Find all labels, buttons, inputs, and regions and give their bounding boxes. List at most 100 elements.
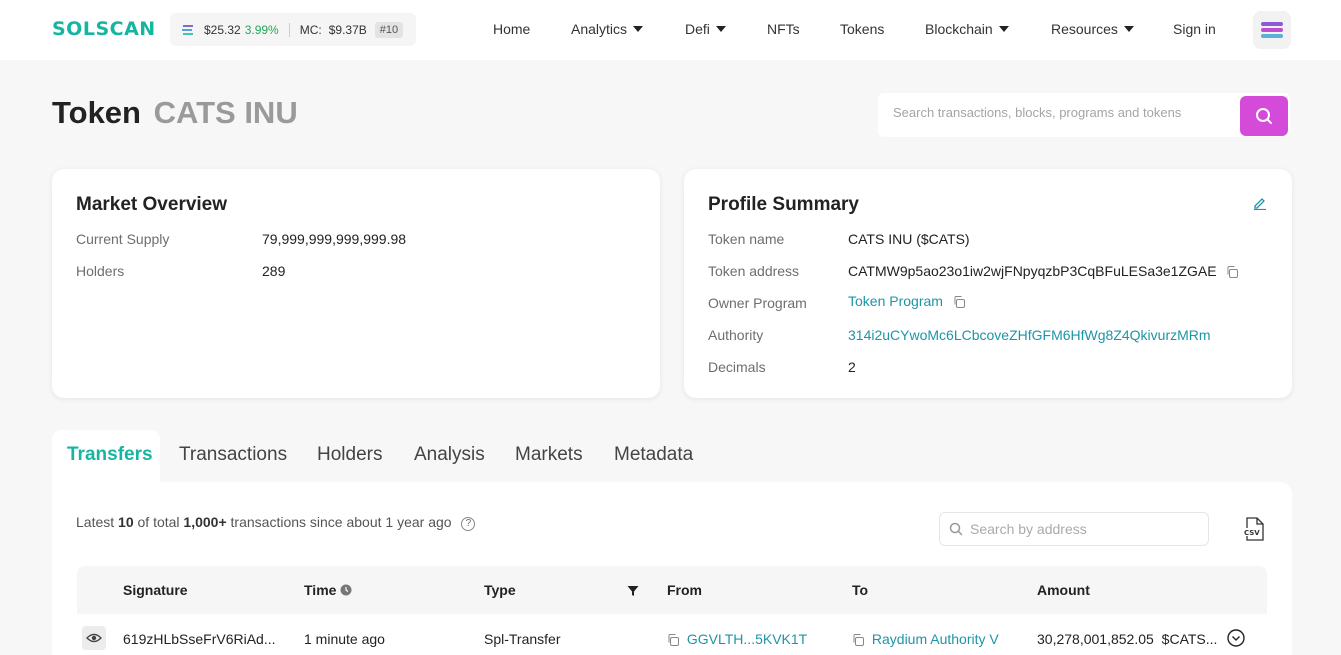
copy-icon[interactable]: [852, 634, 864, 646]
expand-row-icon[interactable]: [1227, 629, 1245, 647]
col-amount: Amount: [1037, 582, 1090, 598]
nav-sign-in[interactable]: Sign in: [1173, 21, 1216, 37]
nav-nfts[interactable]: NFTs: [767, 21, 800, 37]
nav-resources-label: Resources: [1051, 21, 1118, 37]
row-signature-link[interactable]: 619zHLbSseFrV6RiAd...: [123, 631, 276, 647]
authority-link[interactable]: 314i2uCYwoMc6LCbcoveZHfGFM6HfWg8Z4Qkivur…: [848, 327, 1211, 343]
filter-icon[interactable]: [627, 585, 639, 597]
sol-price: $25.32: [204, 22, 241, 37]
page-title-text: Token: [52, 95, 141, 130]
caret-down-icon: [633, 26, 644, 32]
col-time-label: Time: [304, 582, 337, 598]
nav-tokens-label: Tokens: [840, 21, 885, 37]
view-details-button[interactable]: [82, 626, 106, 650]
csv-export-icon[interactable]: CSV: [1243, 517, 1265, 541]
price-ticker: $25.32 3.99% MC: $9.37B #10: [170, 13, 416, 46]
network-menu-button[interactable]: [1253, 11, 1291, 49]
tab-markets[interactable]: Markets: [515, 444, 583, 466]
row-from: GGVLTH...5KVK1T: [667, 631, 807, 647]
nav-blockchain[interactable]: Blockchain: [925, 21, 1009, 37]
eye-icon: [86, 633, 102, 643]
caret-down-icon: [998, 26, 1009, 32]
summary-post: transactions since about 1 year ago: [230, 514, 452, 530]
copy-icon[interactable]: [667, 634, 679, 646]
owner-program-label: Owner Program: [708, 295, 807, 311]
solana-bar-icon: [1261, 22, 1283, 26]
solana-bar-icon: [1261, 28, 1283, 32]
solana-bar-icon: [1261, 34, 1283, 38]
summary-mid: of total: [137, 514, 180, 530]
global-search: [878, 93, 1290, 137]
search-icon: [1256, 108, 1272, 124]
summary-pre: Latest: [76, 514, 115, 530]
col-time[interactable]: Time: [304, 582, 352, 598]
holders-label: Holders: [76, 263, 125, 279]
current-supply-label: Current Supply: [76, 231, 170, 247]
token-address-row: CATMW9p5ao23o1iw2wjFNpyqzbP3CqBFuLESa3e1…: [848, 263, 1239, 279]
svg-text:CSV: CSV: [1244, 529, 1260, 537]
market-overview-title: Market Overview: [76, 194, 228, 215]
divider: [288, 22, 290, 37]
row-time: 1 minute ago: [304, 631, 385, 647]
row-amount: 30,278,001,852.05 $CATS...: [1037, 631, 1217, 647]
row-from-link[interactable]: GGVLTH...5KVK1T: [687, 631, 807, 647]
transfers-summary: Latest 10 of total 1,000+ transactions s…: [76, 514, 476, 531]
sol-change: 3.99%: [244, 22, 279, 37]
page-title: Token CATS INU: [52, 95, 298, 131]
col-from: From: [667, 582, 702, 598]
nav-defi-label: Defi: [685, 21, 710, 37]
summary-total: 1,000+: [183, 514, 227, 530]
row-token-symbol[interactable]: $CATS...: [1162, 631, 1218, 647]
row-to: Raydium Authority V: [852, 631, 999, 647]
profile-summary-title: Profile Summary: [708, 194, 859, 215]
row-amount-value: 30,278,001,852.05: [1037, 631, 1154, 647]
nav-blockchain-label: Blockchain: [925, 21, 993, 37]
tab-analysis[interactable]: Analysis: [414, 444, 485, 466]
solana-icon: [182, 24, 193, 35]
authority-label: Authority: [708, 327, 764, 343]
search-button[interactable]: [1240, 96, 1288, 136]
search-icon: [949, 522, 963, 536]
row-type: Spl-Transfer: [484, 631, 561, 647]
token-name-title: CATS INU: [153, 95, 298, 130]
token-name-value: CATS INU ($CATS): [848, 231, 970, 247]
tab-holders[interactable]: Holders: [317, 444, 382, 466]
col-signature: Signature: [123, 582, 188, 598]
logo[interactable]: SOLSCAN: [52, 18, 156, 40]
global-search-input[interactable]: [893, 105, 1233, 120]
help-icon[interactable]: ?: [461, 517, 476, 531]
token-name-label: Token name: [708, 231, 785, 247]
nav-analytics-label: Analytics: [571, 21, 628, 37]
owner-program-link[interactable]: Token Program: [848, 293, 943, 309]
decimals-label: Decimals: [708, 359, 766, 375]
nav-home[interactable]: Home: [493, 21, 530, 37]
row-to-link[interactable]: Raydium Authority V: [872, 631, 999, 647]
address-search-input[interactable]: [970, 521, 1200, 537]
token-address-value: CATMW9p5ao23o1iw2wjFNpyqzbP3CqBFuLESa3e1…: [848, 263, 1217, 279]
token-address-label: Token address: [708, 263, 800, 279]
tab-transfers[interactable]: Transfers: [52, 430, 160, 482]
address-search: [939, 512, 1209, 546]
top-bar: SOLSCAN $25.32 3.99% MC: $9.37B #10 Home…: [0, 0, 1341, 60]
tab-metadata[interactable]: Metadata: [614, 444, 693, 466]
col-to: To: [852, 582, 869, 598]
caret-down-icon: [715, 26, 726, 32]
summary-count: 10: [118, 514, 134, 530]
edit-icon[interactable]: [1253, 196, 1267, 210]
nav-sign-in-label: Sign in: [1173, 21, 1216, 37]
nav-resources[interactable]: Resources: [1051, 21, 1134, 37]
caret-down-icon: [1123, 26, 1134, 32]
copy-icon[interactable]: [953, 296, 965, 308]
decimals-value: 2: [848, 359, 856, 375]
nav-defi[interactable]: Defi: [685, 21, 726, 37]
tab-transactions[interactable]: Transactions: [179, 444, 287, 466]
owner-program-row: Token Program: [848, 293, 965, 309]
holders-value: 289: [262, 263, 286, 279]
rank-badge: #10: [374, 21, 404, 38]
mc-label: MC:: [299, 22, 322, 37]
nav-tokens[interactable]: Tokens: [840, 21, 884, 37]
current-supply-value: 79,999,999,999,999.98: [262, 231, 407, 247]
clock-icon[interactable]: [340, 584, 352, 596]
copy-icon[interactable]: [1226, 266, 1239, 278]
nav-analytics[interactable]: Analytics: [571, 21, 644, 37]
